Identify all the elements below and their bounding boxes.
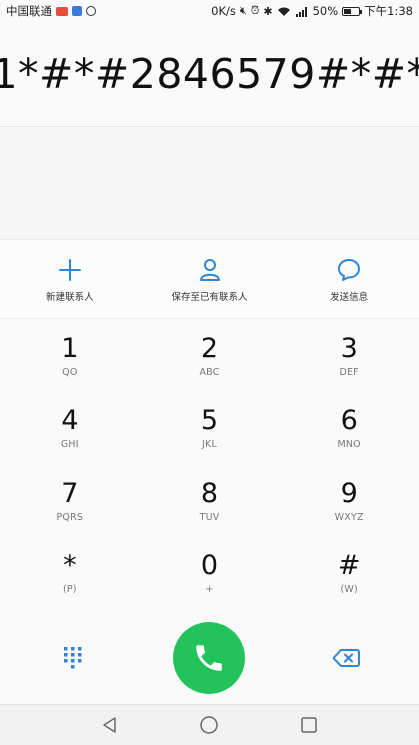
- key-digit: 2: [200, 332, 219, 364]
- alarm-icon: ⏰︎: [250, 4, 260, 17]
- toggle-dialpad-button[interactable]: [28, 618, 118, 698]
- key-letters: (P): [62, 584, 77, 596]
- backspace-button[interactable]: [301, 618, 391, 698]
- signal-icon: [295, 6, 307, 17]
- key-4[interactable]: 4 GHI: [0, 393, 140, 466]
- mute-icon: 🔇︎: [239, 4, 247, 17]
- wifi-icon: [277, 7, 290, 16]
- key-digit: 5: [200, 405, 219, 437]
- clock: 下午1:38: [364, 4, 413, 18]
- recents-button[interactable]: [289, 707, 329, 743]
- save-to-existing-contact-button[interactable]: 保存至已有联系人: [140, 241, 280, 318]
- back-triangle-icon: [103, 717, 116, 733]
- status-bar: 中国联通 0K/s 🔇︎ ⏰︎ ✱ 50% 下午1:38: [0, 0, 419, 22]
- phone-icon: [196, 645, 223, 671]
- key-letters: DEF: [339, 366, 359, 378]
- new-contact-button[interactable]: 新建联系人: [0, 241, 140, 318]
- home-circle-icon: [200, 716, 219, 734]
- battery-percent: 50%: [312, 4, 339, 18]
- hd-icon: [56, 6, 68, 16]
- key-digit: 3: [340, 332, 358, 364]
- key-digit: 4: [61, 405, 79, 437]
- home-button[interactable]: [189, 707, 229, 743]
- app-notification-icon: [72, 6, 82, 16]
- dial-keypad: 1 QO 2 ABC 3 DEF 4 GHI 5 JKL 6 MNO 7 PQR…: [0, 320, 419, 610]
- battery-icon: [342, 6, 363, 16]
- key-letters: GHI: [60, 439, 79, 451]
- person-icon: [199, 258, 220, 281]
- recents-square-icon: [301, 717, 317, 733]
- key-letters: MNO: [337, 439, 361, 451]
- carrier-name: 中国联通: [6, 4, 52, 18]
- key-letters: WXYZ: [334, 511, 364, 523]
- call-button[interactable]: [173, 622, 246, 694]
- battery-fill: [344, 8, 352, 14]
- key-digit: 7: [61, 477, 79, 509]
- key-letters: TUV: [199, 511, 220, 523]
- key-digit: *: [63, 550, 77, 582]
- key-letters: (W): [340, 584, 358, 596]
- key-letters: PQRS: [56, 511, 84, 523]
- key-digit: 0: [200, 550, 219, 582]
- key-letters: +: [205, 584, 214, 596]
- key-6[interactable]: 6 MNO: [279, 393, 419, 466]
- dial-controls: [0, 614, 419, 702]
- key-digit: 9: [340, 477, 358, 509]
- message-bubble-icon: [338, 258, 361, 281]
- empty-result-area: [0, 128, 419, 240]
- number-display[interactable]: 1*#*#2846579#*#*: [0, 22, 419, 127]
- key-2[interactable]: 2 ABC: [140, 320, 280, 393]
- plus-icon: [58, 258, 81, 281]
- dialpad-grid-icon: [63, 647, 82, 669]
- key-star[interactable]: * (P): [0, 538, 140, 611]
- key-digit: #: [337, 550, 361, 582]
- backspace-icon: [332, 649, 361, 667]
- key-hash[interactable]: # (W): [279, 538, 419, 611]
- key-letters: QO: [62, 366, 78, 378]
- action-row: 新建联系人 保存至已有联系人 发送信息: [0, 241, 419, 319]
- key-1[interactable]: 1 QO: [0, 320, 140, 393]
- sync-ring-icon: [86, 6, 96, 16]
- key-digit: 8: [200, 477, 219, 509]
- key-5[interactable]: 5 JKL: [140, 393, 280, 466]
- send-message-button[interactable]: 发送信息: [279, 241, 419, 318]
- network-speed: 0K/s: [211, 4, 236, 18]
- navigation-bar: [0, 704, 419, 745]
- dialed-number: 1*#*#2846579#*#*: [0, 50, 419, 98]
- key-3[interactable]: 3 DEF: [279, 320, 419, 393]
- key-letters: ABC: [199, 366, 220, 378]
- send-message-label: 发送信息: [330, 291, 369, 303]
- status-bar-right: 0K/s 🔇︎ ⏰︎ ✱ 50% 下午1:38: [211, 3, 413, 19]
- key-8[interactable]: 8 TUV: [140, 465, 280, 538]
- new-contact-label: 新建联系人: [46, 291, 94, 303]
- status-bar-left: 中国联通: [6, 3, 96, 19]
- key-letters: JKL: [202, 439, 217, 451]
- save-to-existing-contact-label: 保存至已有联系人: [171, 291, 248, 303]
- key-9[interactable]: 9 WXYZ: [279, 465, 419, 538]
- key-digit: 1: [61, 332, 79, 364]
- key-0[interactable]: 0 +: [140, 538, 280, 611]
- bluetooth-icon: ✱: [263, 4, 273, 18]
- key-digit: 6: [340, 405, 358, 437]
- key-7[interactable]: 7 PQRS: [0, 465, 140, 538]
- back-button[interactable]: [90, 707, 130, 743]
